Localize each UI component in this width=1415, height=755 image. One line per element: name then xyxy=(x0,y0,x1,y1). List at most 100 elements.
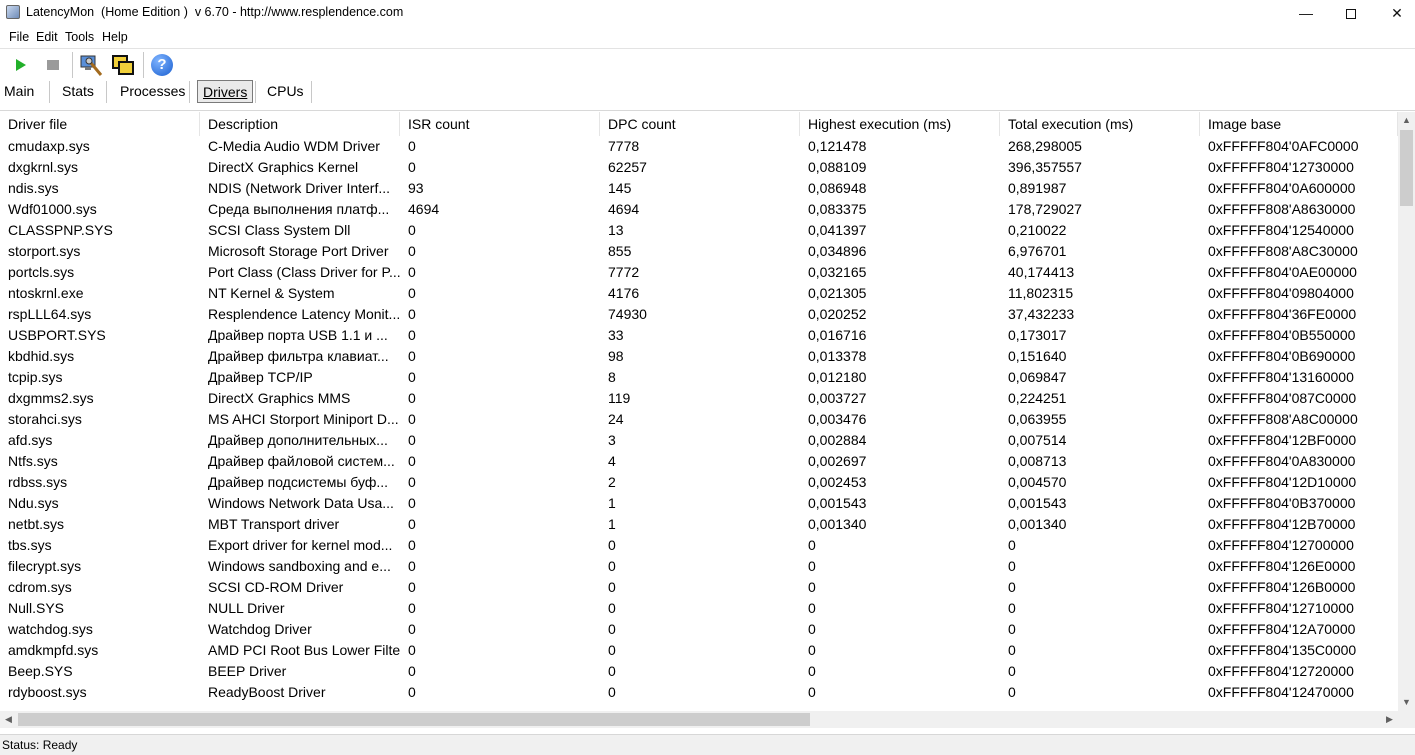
windows-button[interactable] xyxy=(111,53,135,77)
cell-isr-count: 0 xyxy=(408,453,416,469)
table-row[interactable]: cdrom.sys SCSI CD-ROM Driver 0 0 0 0 0xFFFFF80… xyxy=(0,577,1398,598)
table-row[interactable]: portcls.sys Port Class (Class Driver for … xyxy=(0,262,1398,283)
cell-description: NT Kernel & System xyxy=(208,285,335,301)
tab-separator xyxy=(255,81,256,103)
cell-driver-file: storahci.sys xyxy=(8,411,82,427)
menu-bar: File Edit Tools Help xyxy=(0,28,1415,48)
horizontal-scrollbar[interactable]: ◀ ▶ xyxy=(0,711,1398,728)
table-row[interactable]: ntoskrnl.exe NT Kernel & System 0 4176 0,021… xyxy=(0,283,1398,304)
table-row[interactable]: kbdhid.sys Драйвер фильтра клавиат... 0 98 0… xyxy=(0,346,1398,367)
monitor-button[interactable] xyxy=(79,53,103,77)
minimize-button[interactable]: — xyxy=(1283,0,1329,26)
maximize-icon xyxy=(1346,9,1356,20)
table-row[interactable]: USBPORT.SYS Драйвер порта USB 1.1 и ... 0 3… xyxy=(0,325,1398,346)
cell-dpc-count: 8 xyxy=(608,369,616,385)
cell-description: Microsoft Storage Port Driver xyxy=(208,243,389,259)
menu-help[interactable]: Help xyxy=(102,30,128,44)
table-row[interactable]: rdbss.sys Драйвер подсистемы буф... 0 2 0,00… xyxy=(0,472,1398,493)
tab-main[interactable]: Main xyxy=(0,80,39,103)
cell-isr-count: 0 xyxy=(408,663,416,679)
cell-highest-execution: 0 xyxy=(808,621,816,637)
cell-total-execution: 0 xyxy=(1008,537,1016,553)
table-row[interactable]: netbt.sys MBT Transport driver 0 1 0,001340 0… xyxy=(0,514,1398,535)
cell-driver-file: portcls.sys xyxy=(8,264,75,280)
vertical-scrollbar[interactable]: ▲ ▼ xyxy=(1398,112,1415,711)
table-row[interactable]: tbs.sys Export driver for kernel mod... 0 0… xyxy=(0,535,1398,556)
cell-highest-execution: 0,003727 xyxy=(808,390,867,406)
cell-image-base: 0xFFFFF804'12730000 xyxy=(1208,159,1354,175)
stop-button[interactable] xyxy=(42,53,66,77)
table-row[interactable]: afd.sys Драйвер дополнительных... 0 3 0,0028… xyxy=(0,430,1398,451)
cell-driver-file: watchdog.sys xyxy=(8,621,93,637)
column-header-image-base[interactable]: Image base xyxy=(1200,112,1398,136)
table-row[interactable]: rdyboost.sys ReadyBoost Driver 0 0 0 0 0xFFFFF… xyxy=(0,682,1398,703)
tab-drivers[interactable]: Drivers xyxy=(197,80,254,103)
table-row[interactable]: Ntfs.sys Драйвер файловой систем... 0 4 0,00… xyxy=(0,451,1398,472)
tab-separator xyxy=(49,81,50,103)
table-row[interactable]: filecrypt.sys Windows sandboxing and e...… xyxy=(0,556,1398,577)
cell-driver-file: Ndu.sys xyxy=(8,495,59,511)
scroll-up-icon[interactable]: ▲ xyxy=(1398,112,1415,129)
cell-image-base: 0xFFFFF804'0AE00000 xyxy=(1208,264,1357,280)
scroll-down-icon[interactable]: ▼ xyxy=(1398,694,1415,711)
cell-driver-file: cdrom.sys xyxy=(8,579,72,595)
menu-file[interactable]: File xyxy=(9,30,29,44)
tab-cpus[interactable]: CPUs xyxy=(262,80,309,103)
table-row[interactable]: Wdf01000.sys Среда выполнения платф... 469… xyxy=(0,199,1398,220)
cell-image-base: 0xFFFFF804'0AFC0000 xyxy=(1208,138,1359,154)
cell-description: AMD PCI Root Bus Lower Filter xyxy=(208,642,400,658)
cell-total-execution: 0,001543 xyxy=(1008,495,1067,511)
cell-total-execution: 40,174413 xyxy=(1008,264,1075,280)
table-row[interactable]: amdkmpfd.sys AMD PCI Root Bus Lower Filte… xyxy=(0,640,1398,661)
window-title: LatencyMon (Home Edition ) v 6.70 - http… xyxy=(26,5,404,19)
cell-image-base: 0xFFFFF804'126B0000 xyxy=(1208,579,1356,595)
cell-highest-execution: 0,021305 xyxy=(808,285,867,301)
table-row[interactable]: dxgkrnl.sys DirectX Graphics Kernel 0 62257… xyxy=(0,157,1398,178)
close-button[interactable]: ✕ xyxy=(1374,0,1415,26)
scroll-left-icon[interactable]: ◀ xyxy=(0,711,17,728)
cell-dpc-count: 4694 xyxy=(608,201,640,217)
table-row[interactable]: CLASSPNP.SYS SCSI Class System Dll 0 13 0,04… xyxy=(0,220,1398,241)
cell-description: Драйвер файловой систем... xyxy=(208,453,395,469)
tab-processes[interactable]: Processes xyxy=(115,80,190,103)
column-header-driver-file[interactable]: Driver file xyxy=(0,112,200,136)
table-row[interactable]: rspLLL64.sys Resplendence Latency Monit..… xyxy=(0,304,1398,325)
table-row[interactable]: storport.sys Microsoft Storage Port Drive… xyxy=(0,241,1398,262)
table-row[interactable]: storahci.sys MS AHCI Storport Miniport D.… xyxy=(0,409,1398,430)
table-row[interactable]: cmudaxp.sys C-Media Audio WDM Driver 0 7778… xyxy=(0,136,1398,157)
table-row[interactable]: dxgmms2.sys DirectX Graphics MMS 0 119 0,003… xyxy=(0,388,1398,409)
cell-driver-file: kbdhid.sys xyxy=(8,348,75,364)
table-row[interactable]: ndis.sys NDIS (Network Driver Interf... 93… xyxy=(0,178,1398,199)
cell-total-execution: 178,729027 xyxy=(1008,201,1082,217)
table-row[interactable]: Beep.SYS BEEP Driver 0 0 0 0 0xFFFFF804'127200… xyxy=(0,661,1398,682)
table-row[interactable]: tcpip.sys Драйвер TCP/IP 0 8 0,012180 0,06984… xyxy=(0,367,1398,388)
column-header-description[interactable]: Description xyxy=(200,112,400,136)
column-header-total-execution[interactable]: Total execution (ms) xyxy=(1000,112,1200,136)
horizontal-scroll-thumb[interactable] xyxy=(18,713,810,726)
maximize-button[interactable] xyxy=(1328,0,1374,26)
table-row[interactable]: Ndu.sys Windows Network Data Usa... 0 1 0,00… xyxy=(0,493,1398,514)
table-row[interactable]: Null.SYS NULL Driver 0 0 0 0 0xFFFFF804'127100… xyxy=(0,598,1398,619)
column-header-highest-execution[interactable]: Highest execution (ms) xyxy=(800,112,1000,136)
stop-icon xyxy=(47,60,59,70)
menu-edit[interactable]: Edit xyxy=(36,30,58,44)
table-row[interactable]: watchdog.sys Watchdog Driver 0 0 0 0 0xFFFFF80… xyxy=(0,619,1398,640)
start-button[interactable] xyxy=(10,53,34,77)
cell-isr-count: 0 xyxy=(408,348,416,364)
cell-image-base: 0xFFFFF804'12D10000 xyxy=(1208,474,1357,490)
cell-highest-execution: 0,003476 xyxy=(808,411,867,427)
scroll-right-icon[interactable]: ▶ xyxy=(1381,711,1398,728)
cell-image-base: 0xFFFFF804'13160000 xyxy=(1208,369,1354,385)
menu-tools[interactable]: Tools xyxy=(65,30,94,44)
column-header-dpc-count[interactable]: DPC count xyxy=(600,112,800,136)
cell-highest-execution: 0,032165 xyxy=(808,264,867,280)
tab-stats[interactable]: Stats xyxy=(57,80,99,103)
vertical-scroll-thumb[interactable] xyxy=(1400,130,1413,206)
help-button[interactable]: ? xyxy=(150,53,174,77)
cell-driver-file: tcpip.sys xyxy=(8,369,63,385)
cell-description: BEEP Driver xyxy=(208,663,287,679)
cell-description: NULL Driver xyxy=(208,600,285,616)
cell-isr-count: 0 xyxy=(408,390,416,406)
column-header-isr-count[interactable]: ISR count xyxy=(400,112,600,136)
cell-image-base: 0xFFFFF808'A8630000 xyxy=(1208,201,1356,217)
